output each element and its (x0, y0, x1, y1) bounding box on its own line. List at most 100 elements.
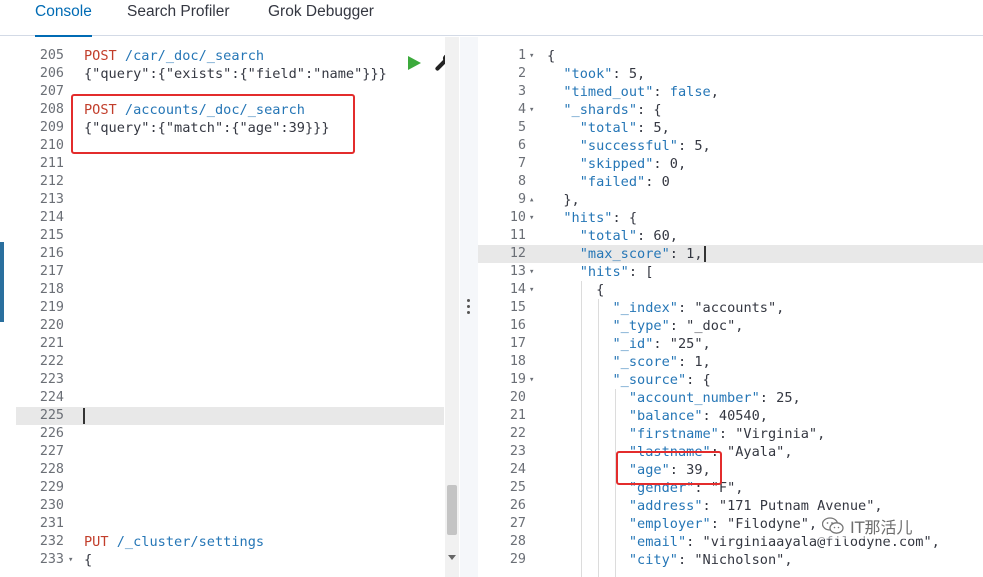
line-number: 221 (39, 336, 64, 351)
response-code: "_index": "accounts", (612, 300, 785, 316)
json-key: "total" (579, 120, 638, 136)
line-number: 16 (509, 318, 526, 333)
response-line: 6 "successful": 5, (478, 137, 983, 155)
request-url: /car/_doc/_search (116, 48, 265, 64)
response-line: 24 "age": 39, (478, 461, 983, 479)
response-line: 9 ▴ }, (478, 191, 983, 209)
response-line: 12 "max_score": 1, (478, 245, 983, 263)
scroll-down-icon[interactable] (448, 555, 456, 560)
watermark-text: IT那活儿 (850, 518, 913, 537)
response-line: 20 "account_number": 25, (478, 389, 983, 407)
line-number: 17 (509, 336, 526, 351)
response-code: "_score": 1, (612, 354, 711, 370)
tab-console[interactable]: Console (35, 0, 92, 37)
fold-toggle-icon[interactable]: ▾ (529, 209, 539, 227)
request-body: { (84, 552, 93, 568)
editor-line: 228 (16, 461, 446, 479)
response-code: "total": 5, (579, 120, 670, 136)
response-code: "max_score": 1, (579, 246, 703, 262)
fold-toggle-icon[interactable]: ▾ (529, 101, 539, 119)
editor-line: 215 (16, 227, 446, 245)
line-number: 8 (517, 174, 526, 189)
json-key: "city" (628, 552, 678, 568)
line-number: 10 (509, 210, 526, 225)
response-code: "hits": [ (579, 264, 654, 280)
response-code: "account_number": 25, (628, 390, 801, 406)
response-line: 7 "skipped": 0, (478, 155, 983, 173)
editor-line: 206 {"query":{"exists":{"field":"name"}}} (16, 65, 446, 83)
editor-line: 232 PUT /_cluster/settings (16, 533, 446, 551)
json-key: "_type" (612, 318, 670, 334)
tab-search-profiler[interactable]: Search Profiler (127, 0, 230, 36)
editor-line: 227 (16, 443, 446, 461)
editor-line: 224 (16, 389, 446, 407)
editor-line: 229 (16, 479, 446, 497)
fold-toggle-icon[interactable]: ▾ (68, 551, 78, 569)
indent-guide (598, 299, 599, 577)
line-number: 21 (509, 408, 526, 423)
response-code: }, (547, 192, 580, 208)
line-number: 3 (517, 84, 526, 99)
line-number: 11 (509, 228, 526, 243)
left-edge-marker (0, 242, 4, 322)
fold-toggle-icon[interactable]: ▾ (529, 281, 539, 299)
line-number: 219 (39, 300, 64, 315)
response-code: "successful": 5, (579, 138, 711, 154)
fold-toggle-icon[interactable]: ▾ (529, 263, 539, 281)
editor-line: 217 (16, 263, 446, 281)
line-number: 4 (517, 102, 526, 117)
response-viewer[interactable]: 1 ▾{2 "took": 5, 3 "timed_out": false, 4 ▾ "… (478, 37, 983, 577)
editor-line: 211 (16, 155, 446, 173)
line-number: 27 (509, 516, 526, 531)
response-line: 11 "total": 60, (478, 227, 983, 245)
editor-line: 213 (16, 191, 446, 209)
editor-code: { (84, 551, 92, 569)
json-key: "address" (628, 498, 703, 514)
play-icon[interactable] (408, 56, 421, 70)
line-number: 229 (39, 480, 64, 495)
json-key: "balance" (628, 408, 703, 424)
editor-line: 218 (16, 281, 446, 299)
response-line: 4 ▾ "_shards": { (478, 101, 983, 119)
line-number: 9 (517, 192, 526, 207)
line-number: 225 (39, 408, 64, 423)
line-number: 216 (39, 246, 64, 261)
response-line: 8 "failed": 0 (478, 173, 983, 191)
line-number: 7 (517, 156, 526, 171)
editor-scroll-thumb[interactable] (447, 485, 457, 535)
json-key: "timed_out" (563, 84, 654, 100)
editor-line: 216 (16, 245, 446, 263)
json-key: "firstname" (628, 426, 719, 442)
request-body: {"query":{"exists":{"field":"name"}}} (84, 66, 387, 82)
line-number: 210 (39, 138, 64, 153)
line-number: 226 (39, 426, 64, 441)
tab-grok-debugger[interactable]: Grok Debugger (268, 0, 374, 36)
response-line: 14 ▾ { (478, 281, 983, 299)
line-number: 233 (39, 552, 64, 567)
line-number: 212 (39, 174, 64, 189)
json-key: "max_score" (579, 246, 670, 262)
fold-toggle-icon[interactable]: ▾ (529, 47, 539, 65)
json-key: "hits" (563, 210, 613, 226)
response-code: "timed_out": false, (563, 84, 719, 100)
pane-splitter[interactable] (460, 37, 478, 577)
response-highlight-box (616, 451, 722, 485)
response-code: { (547, 282, 605, 298)
request-url: /_cluster/settings (108, 534, 265, 550)
response-code: "employer": "Filodyne", (628, 516, 818, 532)
editor-line: 233 ▾ { (16, 551, 446, 569)
response-line: 29 "city": "Nicholson", (478, 551, 983, 569)
request-editor[interactable]: 205 POST /car/_doc/_search 206 {"query":{"e… (16, 37, 460, 577)
fold-up-icon[interactable]: ▴ (529, 191, 539, 209)
fold-toggle-icon[interactable]: ▾ (529, 371, 539, 389)
line-number: 217 (39, 264, 64, 279)
response-line: 10 ▾ "hits": { (478, 209, 983, 227)
line-number: 25 (509, 480, 526, 495)
editor-line: 223 (16, 371, 446, 389)
editor-scrollbar[interactable] (445, 37, 459, 577)
drag-handle-icon[interactable] (467, 299, 471, 317)
line-number: 1 (517, 48, 526, 63)
response-code: "_shards": { (563, 102, 662, 118)
json-key: "skipped" (579, 156, 654, 172)
json-key: "account_number" (628, 390, 760, 406)
